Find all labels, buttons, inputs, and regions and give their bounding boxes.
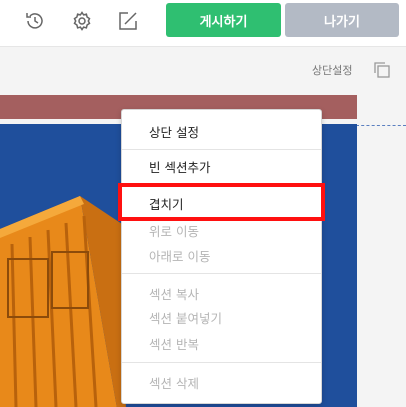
highlight-box [118,183,325,221]
menu-item-add-empty-section[interactable]: 빈 섹션추가 [149,157,210,176]
edit-icon[interactable] [113,8,143,34]
menu-item-move-down: 아래로 이동 [149,249,211,264]
menu-divider [122,362,321,363]
section-context-menu: 상단 설정 빈 섹션추가 겹치기 위로 이동 아래로 이동 섹션 복사 섹션 붙… [121,109,322,404]
section-guide-line [356,125,406,126]
gear-icon[interactable] [67,8,97,34]
exit-button[interactable]: 나가기 [285,3,399,37]
menu-item-header-settings[interactable]: 상단 설정 [149,122,199,141]
menu-item-delete-section: 섹션 삭제 [149,376,199,391]
history-icon[interactable] [20,8,50,34]
menu-divider [122,149,321,150]
post-button[interactable]: 게시하기 [166,3,281,37]
header-settings-link[interactable]: 상단설정 [312,62,352,78]
menu-item-move-up: 위로 이동 [149,224,199,239]
menu-divider [122,273,321,274]
copy-icon[interactable] [372,60,392,80]
menu-item-copy-section: 섹션 복사 [149,287,199,302]
menu-item-repeat-section: 섹션 반복 [149,337,199,352]
top-toolbar: 게시하기 나가기 [0,0,406,46]
menu-item-paste-section: 섹션 붙여넣기 [149,311,222,326]
